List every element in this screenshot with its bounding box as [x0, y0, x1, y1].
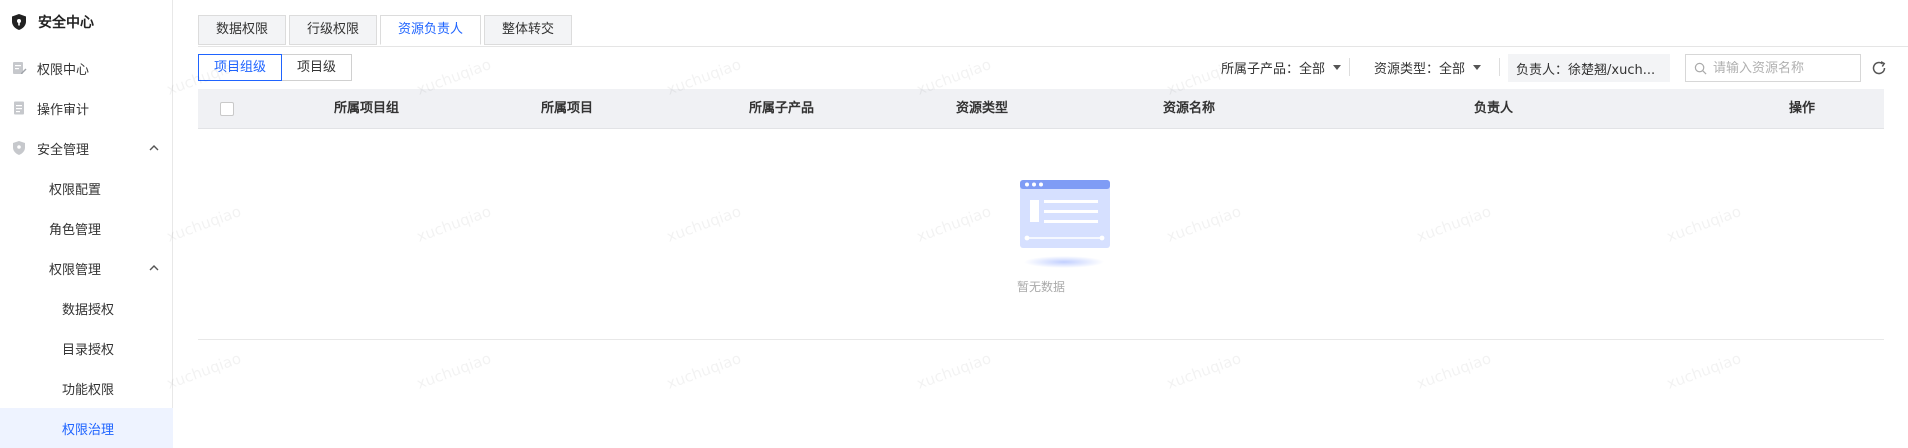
level-segmented-control: 项目组级 项目级	[198, 54, 353, 81]
sidebar-item-label: 权限中心	[37, 62, 90, 78]
sidebar-item-role-management[interactable]: 角色管理	[0, 208, 173, 248]
sidebar-item-permission-config[interactable]: 权限配置	[0, 168, 173, 208]
empty-state-text: 暂无数据	[1016, 280, 1065, 294]
column-header-resource-name: 资源名称	[1163, 101, 1216, 116]
resource-type-filter-label: 资源类型：	[1374, 62, 1440, 77]
sidebar-item-label: 角色管理	[49, 222, 102, 238]
segment-project-level[interactable]: 项目级	[282, 54, 353, 81]
edit-document-icon	[13, 62, 27, 74]
search-input[interactable]	[1713, 60, 1853, 76]
select-all-checkbox[interactable]	[220, 102, 234, 116]
owner-filter-label: 负责人：	[1516, 62, 1569, 78]
sidebar-item-catalog-authorization[interactable]: 目录授权	[0, 328, 173, 368]
app-root: 安全中心 权限中心 操作审计 安全管理 权限配置 角色管理 权限管理 数据授权 …	[0, 0, 1908, 448]
subproduct-filter[interactable]: 所属子产品： 全部	[1221, 58, 1342, 77]
sidebar-item-label: 权限管理	[49, 262, 102, 278]
shield-icon	[12, 14, 26, 30]
search-icon	[1694, 62, 1707, 74]
tab-divider	[198, 46, 1908, 47]
tab-overall-transfer[interactable]: 整体转交	[484, 15, 573, 45]
chevron-up-icon	[149, 265, 159, 271]
column-header-project-group: 所属项目组	[334, 101, 400, 116]
sidebar-header: 安全中心	[0, 0, 173, 44]
resource-type-filter-value: 全部	[1439, 62, 1466, 77]
column-header-project: 所属项目	[541, 101, 594, 116]
owner-filter-value: 徐楚翘/xuch...	[1568, 62, 1656, 78]
sidebar-item-label: 功能权限	[62, 382, 115, 398]
segment-project-group-level[interactable]: 项目组级	[198, 54, 283, 81]
filter-divider	[1349, 58, 1350, 76]
document-icon	[14, 101, 24, 115]
tab-bar: 数据权限 行级权限 资源负责人 整体转交	[198, 15, 575, 45]
sidebar-item-security-management[interactable]: 安全管理	[0, 128, 173, 168]
sidebar-item-permission-center[interactable]: 权限中心	[0, 48, 173, 88]
subproduct-filter-value: 全部	[1299, 62, 1326, 77]
shield-icon	[13, 141, 25, 155]
sidebar: 安全中心 权限中心 操作审计 安全管理 权限配置 角色管理 权限管理 数据授权 …	[0, 0, 173, 448]
chevron-up-icon	[149, 145, 159, 151]
sidebar-item-label: 权限配置	[49, 182, 102, 198]
main-content: 数据权限 行级权限 资源负责人 整体转交 项目组级 项目级 所属子产品： 全部 …	[174, 0, 1908, 448]
table-header: 所属项目组 所属项目 所属子产品 资源类型 资源名称 负责人 操作	[198, 89, 1884, 129]
tab-data-permission[interactable]: 数据权限	[198, 15, 287, 45]
subproduct-filter-label: 所属子产品：	[1221, 62, 1300, 77]
tab-resource-owner[interactable]: 资源负责人	[380, 15, 482, 45]
sidebar-item-label: 目录授权	[62, 342, 115, 358]
column-header-resource-type: 资源类型	[956, 101, 1009, 116]
sidebar-item-label: 操作审计	[37, 102, 90, 118]
sidebar-item-permission-governance[interactable]: 权限治理	[0, 408, 173, 448]
sidebar-item-permission-management[interactable]: 权限管理	[0, 248, 173, 288]
empty-data-illustration	[1020, 180, 1110, 268]
sidebar-item-label: 安全管理	[37, 142, 90, 158]
sidebar-item-function-permission[interactable]: 功能权限	[0, 368, 173, 408]
caret-down-icon	[1333, 65, 1342, 70]
sidebar-item-operation-audit[interactable]: 操作审计	[0, 88, 173, 128]
resource-type-filter[interactable]: 资源类型： 全部	[1374, 58, 1482, 77]
column-header-owner: 负责人	[1474, 101, 1514, 116]
resource-search-box	[1685, 54, 1861, 82]
column-header-subproduct: 所属子产品	[749, 101, 815, 116]
caret-down-icon	[1473, 65, 1482, 70]
owner-filter[interactable]: 负责人： 徐楚翘/xuch...	[1508, 54, 1670, 82]
sidebar-item-label: 权限治理	[62, 422, 115, 438]
column-header-actions: 操作	[1789, 101, 1816, 116]
refresh-icon[interactable]	[1870, 59, 1888, 77]
sidebar-item-label: 数据授权	[62, 302, 115, 318]
sidebar-item-data-authorization[interactable]: 数据授权	[0, 288, 173, 328]
table-body-empty: 暂无数据	[198, 130, 1884, 340]
sidebar-title: 安全中心	[38, 15, 94, 31]
filter-divider	[1499, 58, 1500, 76]
tab-row-permission[interactable]: 行级权限	[289, 15, 378, 45]
